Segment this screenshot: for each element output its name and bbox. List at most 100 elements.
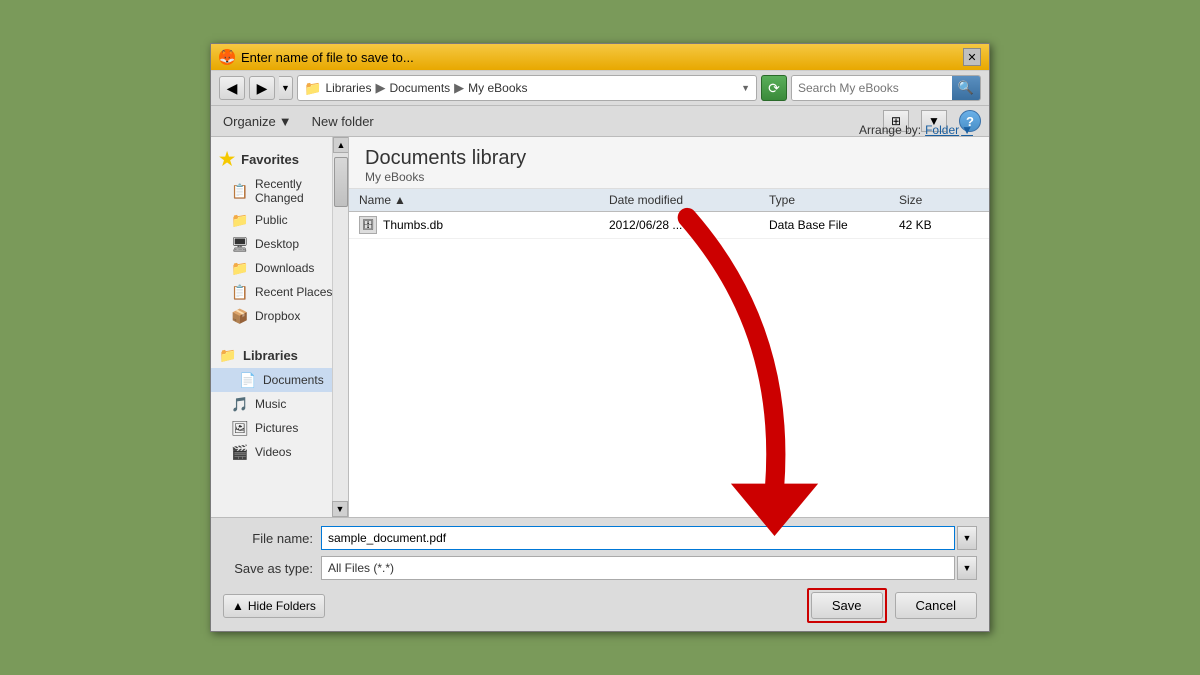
path-dropdown-btn[interactable]: ▼ bbox=[741, 83, 750, 93]
new-folder-button[interactable]: New folder bbox=[308, 112, 378, 131]
dropbox-label: Dropbox bbox=[255, 309, 300, 323]
column-date-label: Date modified bbox=[609, 193, 683, 207]
dropbox-icon: 📦 bbox=[231, 307, 249, 325]
file-name-row: File name: ▼ bbox=[223, 526, 977, 550]
sidebar-item-downloads[interactable]: 📁 Downloads bbox=[211, 256, 348, 280]
organize-label: Organize bbox=[223, 114, 276, 129]
save-as-type-row: Save as type: All Files (*.*) ▼ bbox=[223, 556, 977, 580]
sidebar-scroll-up[interactable]: ▲ bbox=[333, 137, 349, 153]
file-type: Data Base File bbox=[769, 218, 899, 232]
library-title: Documents library bbox=[365, 147, 973, 170]
save-button-highlight: Save bbox=[807, 588, 887, 623]
favorites-header: ★ Favorites bbox=[211, 145, 348, 174]
column-name-label: Name bbox=[359, 193, 391, 207]
organize-dropdown-icon: ▼ bbox=[279, 114, 292, 129]
recent-places-label: Recent Places bbox=[255, 285, 332, 299]
save-as-dropdown[interactable]: ▼ bbox=[957, 556, 977, 580]
arrange-by-value: Folder bbox=[925, 123, 959, 137]
arrange-by-control: Arrange by: Folder ▼ bbox=[859, 123, 973, 137]
downloads-icon: 📁 bbox=[231, 259, 249, 277]
path-part-documents: Documents bbox=[389, 81, 450, 95]
documents-icon: 📄 bbox=[239, 371, 257, 389]
documents-label: Documents bbox=[263, 373, 324, 387]
sidebar-item-public[interactable]: 📁 Public bbox=[211, 208, 348, 232]
file-list: 🗄 Thumbs.db 2012/06/28 ... Data Base Fil… bbox=[349, 212, 989, 517]
sidebar-item-dropbox[interactable]: 📦 Dropbox bbox=[211, 304, 348, 328]
favorites-label: Favorites bbox=[241, 152, 299, 167]
search-button[interactable]: 🔍 bbox=[952, 76, 980, 100]
sidebar-item-music[interactable]: 🎵 Music bbox=[211, 392, 348, 416]
title-bar: 🦊 Enter name of file to save to... ✕ bbox=[211, 44, 989, 71]
file-size: 42 KB bbox=[899, 218, 979, 232]
search-bar: 🔍 bbox=[791, 75, 981, 101]
forward-button[interactable]: ▶ bbox=[249, 76, 275, 100]
pictures-label: Pictures bbox=[255, 421, 298, 435]
main-content: ★ Favorites 📋 Recently Changed 📁 Public … bbox=[211, 137, 989, 517]
sidebar-scroll-down[interactable]: ▼ bbox=[332, 501, 348, 517]
sort-icon: ▲ bbox=[394, 193, 406, 207]
sidebar-scroll-thumb[interactable] bbox=[334, 157, 348, 207]
save-as-type-select[interactable]: All Files (*.*) bbox=[321, 556, 955, 580]
sidebar-item-desktop[interactable]: 🖥 Desktop bbox=[211, 232, 348, 256]
column-size-label: Size bbox=[899, 193, 922, 207]
arrange-by-chevron-icon: ▼ bbox=[961, 123, 973, 137]
file-area: Arrange by: Folder ▼ Documents library M… bbox=[349, 137, 989, 517]
library-subtitle: My eBooks bbox=[365, 170, 973, 184]
close-button[interactable]: ✕ bbox=[963, 48, 981, 66]
libraries-folder-icon: 📁 bbox=[219, 346, 237, 364]
search-input[interactable] bbox=[792, 76, 952, 100]
music-icon: 🎵 bbox=[231, 395, 249, 413]
column-type[interactable]: Type bbox=[769, 193, 899, 207]
file-name-dropdown[interactable]: ▼ bbox=[957, 526, 977, 550]
bottom-area: File name: ▼ Save as type: All Files (*.… bbox=[211, 517, 989, 631]
public-label: Public bbox=[255, 213, 288, 227]
forward-icon: ▶ bbox=[257, 80, 268, 97]
arrange-by-dropdown[interactable]: Folder ▼ bbox=[925, 123, 973, 137]
music-label: Music bbox=[255, 397, 286, 411]
organize-button[interactable]: Organize ▼ bbox=[219, 112, 296, 131]
sidebar-item-videos[interactable]: 🎬 Videos bbox=[211, 440, 348, 464]
action-row: ▲ Hide Folders Save Cancel bbox=[223, 588, 977, 623]
desktop-label: Desktop bbox=[255, 237, 299, 251]
recent-places-icon: 📋 bbox=[231, 283, 249, 301]
file-name-input[interactable] bbox=[321, 526, 955, 550]
file-date: 2012/06/28 ... bbox=[609, 218, 769, 232]
recently-changed-label: Recently Changed bbox=[255, 177, 340, 205]
column-size[interactable]: Size bbox=[899, 193, 979, 207]
hide-folders-arrow-icon: ▲ bbox=[232, 599, 244, 613]
hide-folders-button[interactable]: ▲ Hide Folders bbox=[223, 594, 325, 618]
back-button[interactable]: ◀ bbox=[219, 76, 245, 100]
videos-icon: 🎬 bbox=[231, 443, 249, 461]
column-type-label: Type bbox=[769, 193, 795, 207]
path-part-libraries: Libraries bbox=[325, 81, 371, 95]
column-date-modified[interactable]: Date modified bbox=[609, 193, 769, 207]
file-type-icon: 🗄 bbox=[362, 220, 375, 231]
save-dialog: 🦊 Enter name of file to save to... ✕ ◀ ▶… bbox=[210, 43, 990, 632]
file-area-header: Arrange by: Folder ▼ Documents library M… bbox=[349, 137, 989, 189]
navigation-bar: ◀ ▶ ▼ 📁 Libraries ▶ Documents ▶ My eBook… bbox=[211, 71, 989, 106]
desktop-icon: 🖥 bbox=[231, 235, 249, 253]
address-bar[interactable]: 📁 Libraries ▶ Documents ▶ My eBooks ▼ bbox=[297, 75, 757, 101]
refresh-button[interactable]: ⟳ bbox=[761, 75, 787, 101]
sidebar-item-documents[interactable]: 📄 Documents bbox=[211, 368, 348, 392]
favorites-star-icon: ★ bbox=[219, 149, 235, 170]
file-name-label: File name: bbox=[223, 531, 313, 546]
column-name[interactable]: Name ▲ bbox=[359, 193, 609, 207]
downloads-label: Downloads bbox=[255, 261, 314, 275]
nav-history-dropdown[interactable]: ▼ bbox=[279, 76, 293, 100]
column-header: Name ▲ Date modified Type Size bbox=[349, 189, 989, 212]
sidebar-item-pictures[interactable]: 🖼 Pictures bbox=[211, 416, 348, 440]
save-button[interactable]: Save bbox=[811, 592, 883, 619]
sidebar: ★ Favorites 📋 Recently Changed 📁 Public … bbox=[211, 137, 349, 517]
dialog-title: Enter name of file to save to... bbox=[241, 50, 414, 65]
libraries-header: 📁 Libraries bbox=[211, 342, 348, 368]
cancel-button[interactable]: Cancel bbox=[895, 592, 977, 619]
firefox-icon: 🦊 bbox=[219, 49, 235, 65]
pictures-icon: 🖼 bbox=[231, 419, 249, 437]
sidebar-item-recent-places[interactable]: 📋 Recent Places bbox=[211, 280, 348, 304]
sidebar-item-recently-changed[interactable]: 📋 Recently Changed bbox=[211, 174, 348, 208]
table-row[interactable]: 🗄 Thumbs.db 2012/06/28 ... Data Base Fil… bbox=[349, 212, 989, 239]
path-part-myebooks: My eBooks bbox=[468, 81, 527, 95]
path-folder-icon: 📁 bbox=[304, 80, 321, 97]
public-icon: 📁 bbox=[231, 211, 249, 229]
